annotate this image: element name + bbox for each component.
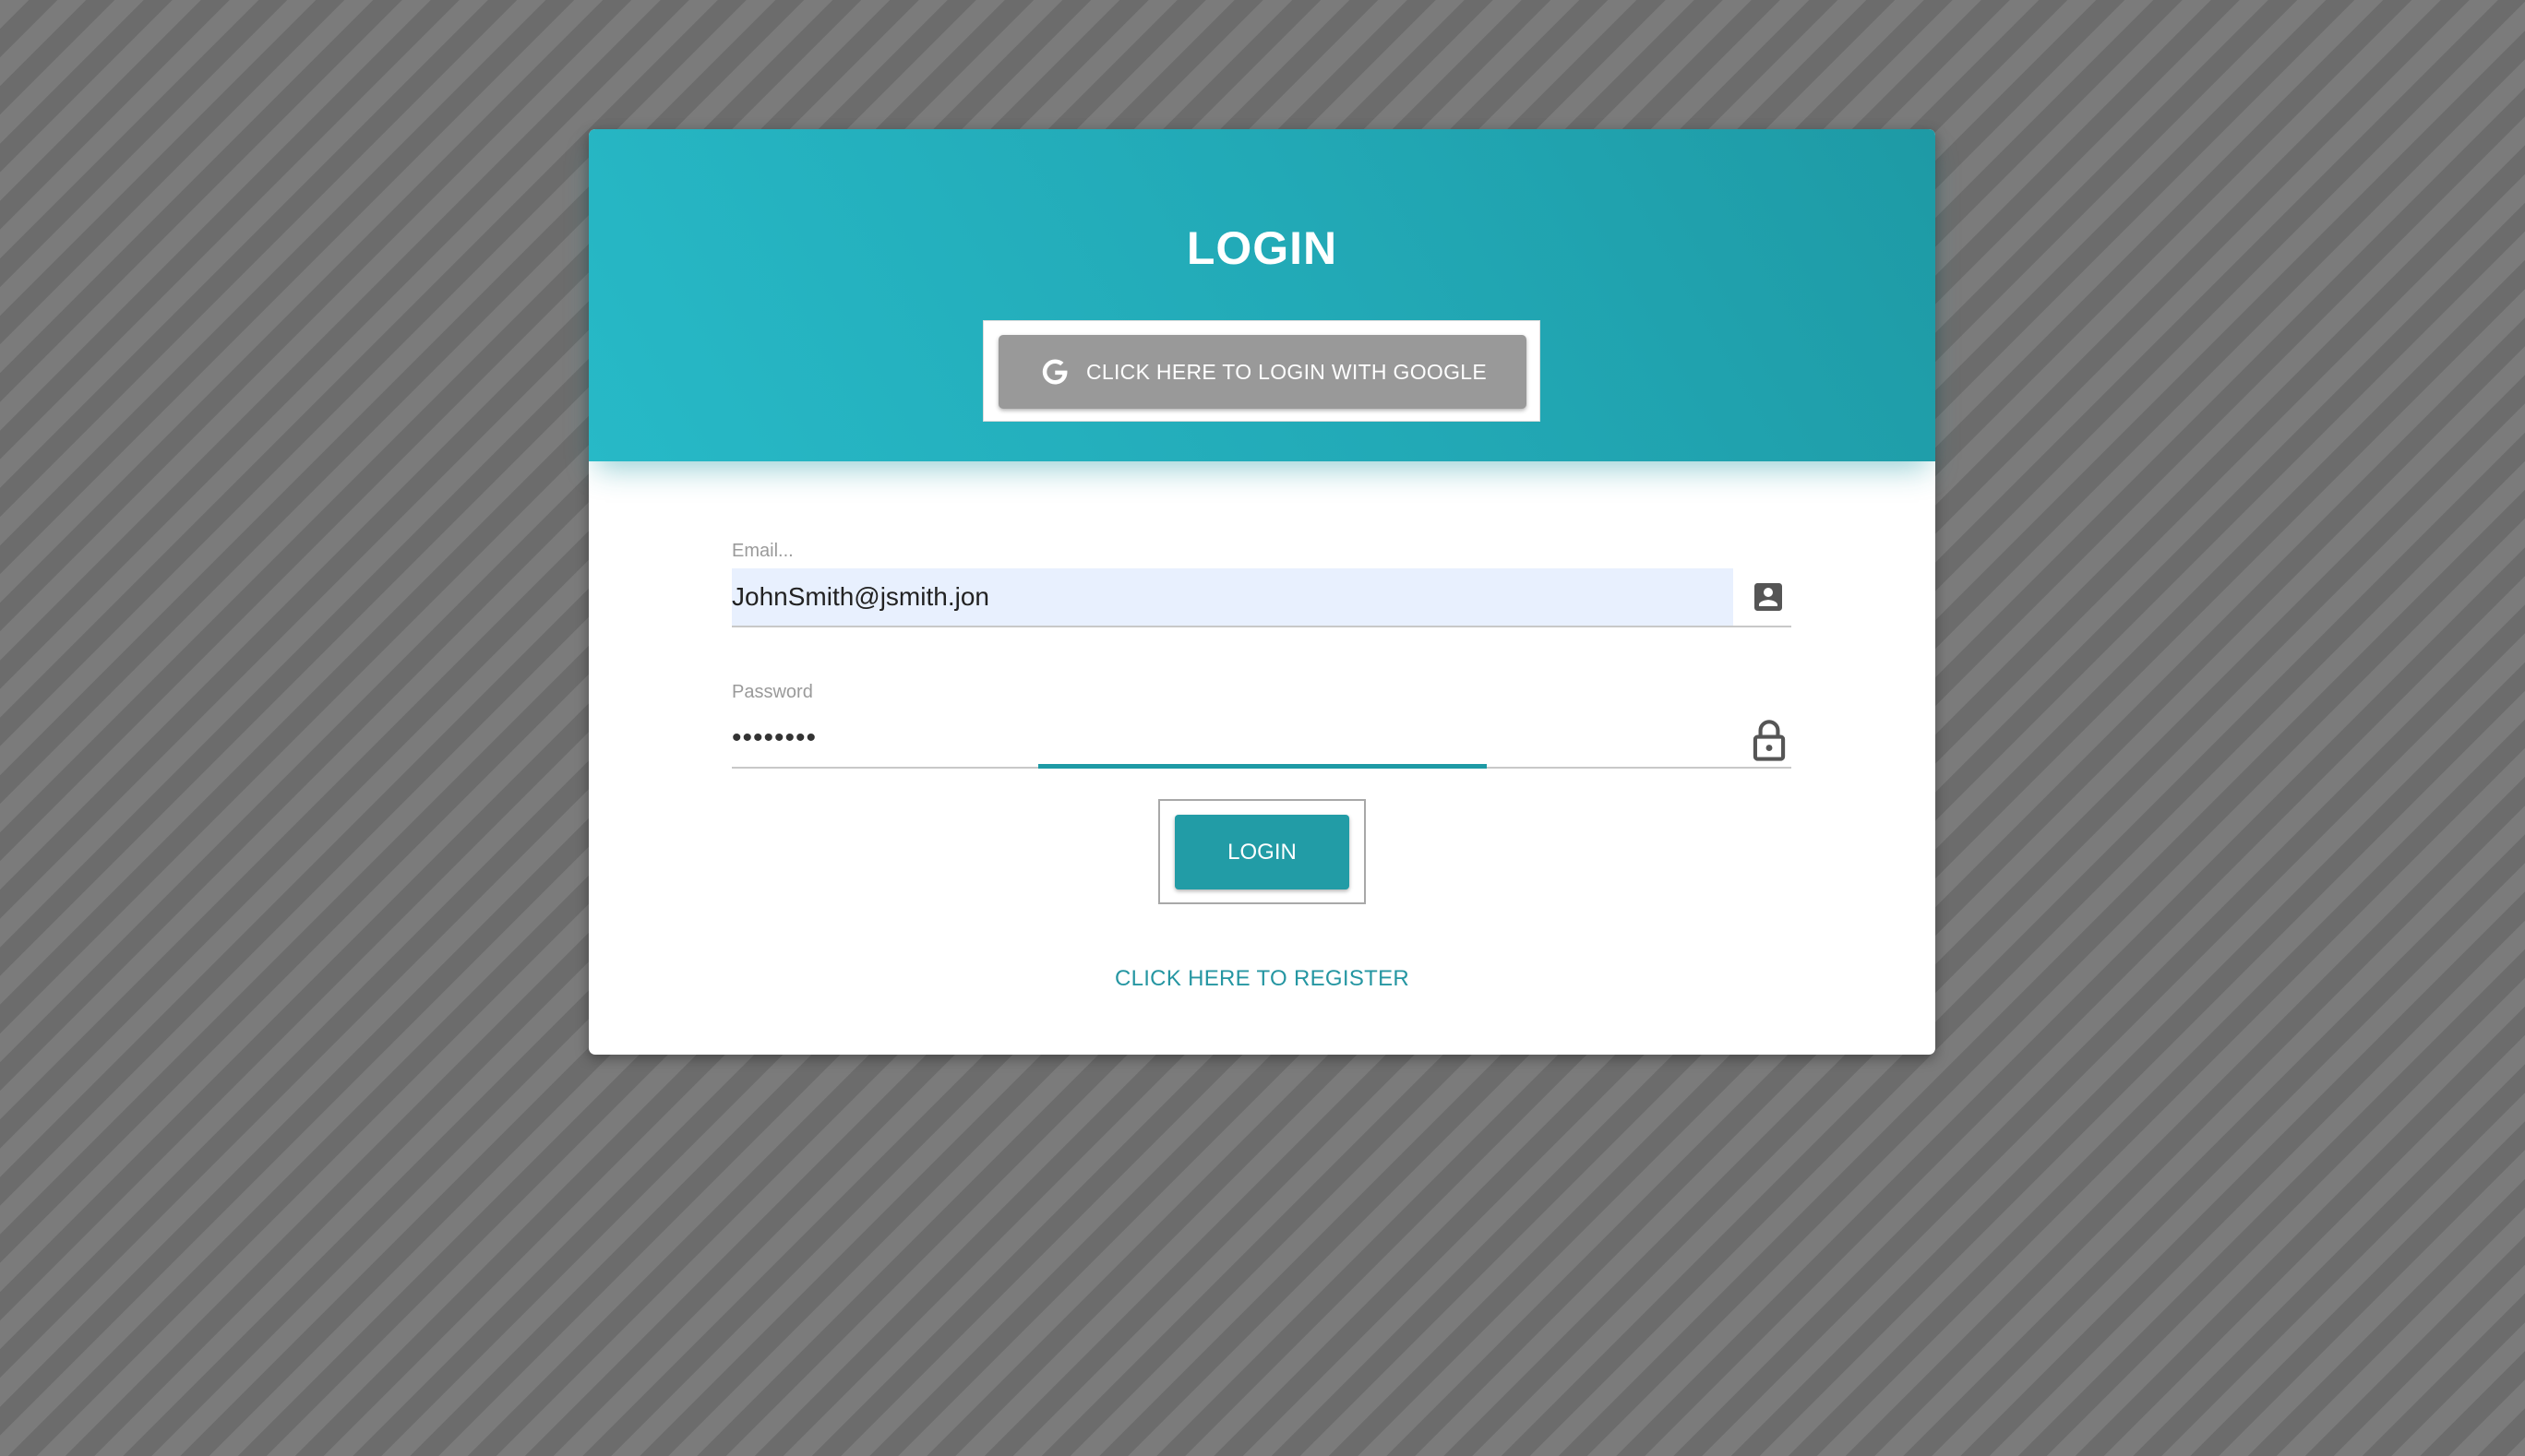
password-focus-indicator (1038, 764, 1487, 769)
password-field[interactable] (732, 710, 1733, 767)
account-box-icon (1754, 583, 1782, 611)
google-login-button[interactable]: CLICK HERE TO LOGIN WITH GOOGLE (999, 335, 1526, 409)
register-link[interactable]: CLICK HERE TO REGISTER (589, 966, 1935, 992)
card-header: LOGIN CLICK HERE TO LOGIN WITH GOOGLE (589, 129, 1935, 461)
page-title: LOGIN (1186, 222, 1338, 274)
email-field[interactable] (732, 568, 1733, 626)
login-button[interactable]: LOGIN (1175, 815, 1349, 889)
login-button-frame: LOGIN (1158, 799, 1366, 904)
email-underline (732, 626, 1791, 627)
google-button-frame: CLICK HERE TO LOGIN WITH GOOGLE (983, 320, 1540, 422)
google-icon (1042, 359, 1069, 385)
password-label: Password (732, 682, 813, 702)
google-login-label: CLICK HERE TO LOGIN WITH GOOGLE (1085, 359, 1488, 384)
lock-icon (1753, 720, 1786, 761)
login-card: LOGIN CLICK HERE TO LOGIN WITH GOOGLE Em… (589, 129, 1935, 1055)
email-label: Email... (732, 541, 794, 561)
